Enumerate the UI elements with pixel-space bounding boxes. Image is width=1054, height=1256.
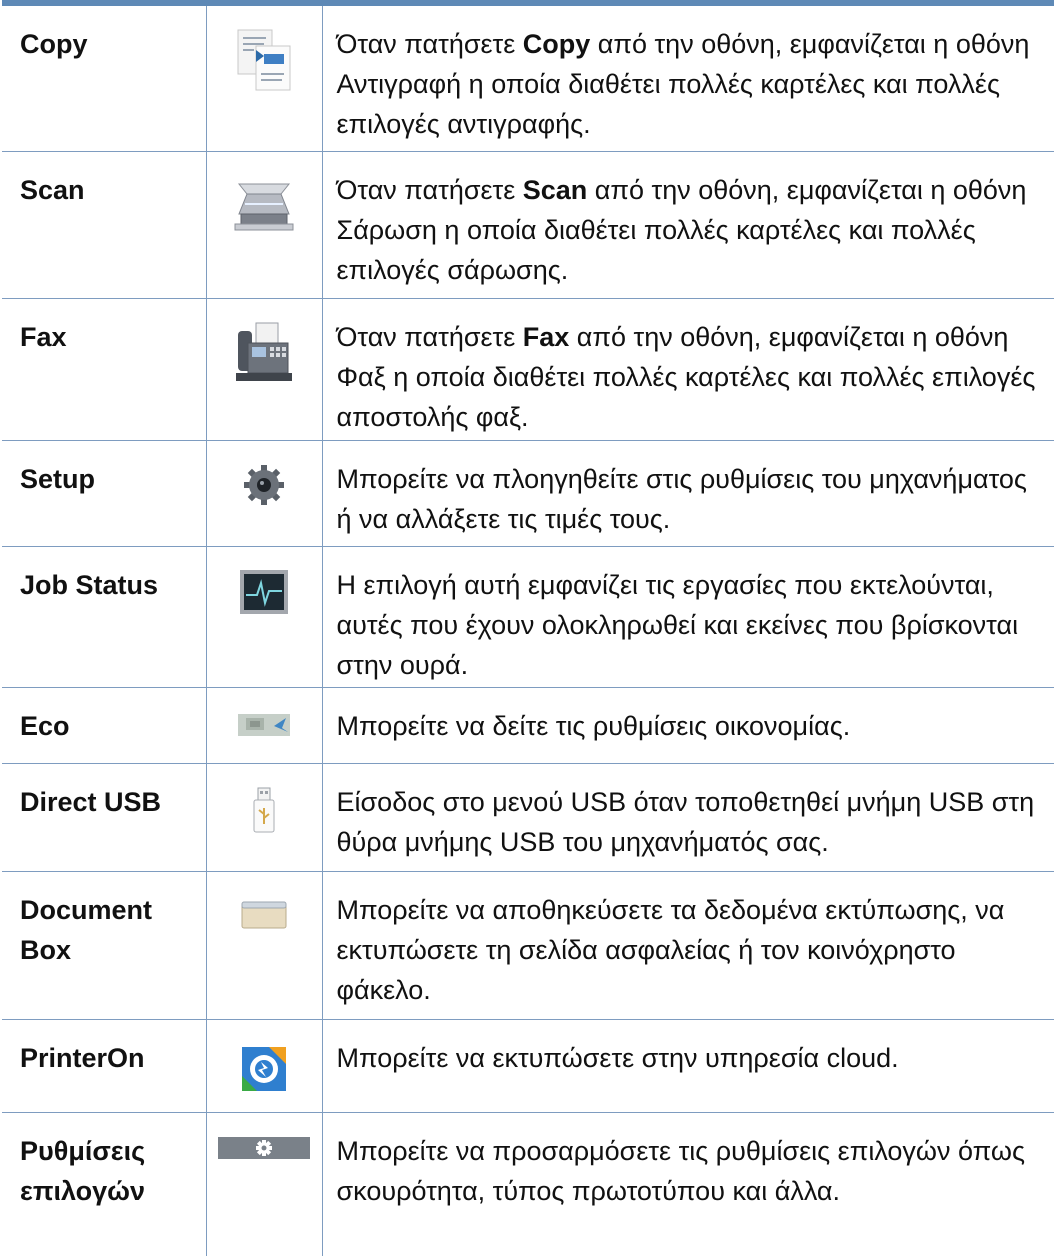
scan-icon (231, 174, 297, 234)
table-row: PrinterOn Μπορείτε να εκτυπώσετε στην υπ… (2, 1019, 1054, 1112)
document-box-icon (240, 898, 288, 930)
feature-name: Document Box (2, 872, 206, 970)
feature-description: Μπορείτε να πλοηγηθείτε στις ρυθμίσεις τ… (323, 441, 1054, 539)
feature-name: Fax (2, 299, 206, 357)
feature-description: Μπορείτε να δείτε τις ρυθμίσεις οικονομί… (323, 688, 1054, 746)
feature-description: Μπορείτε να αποθηκεύσετε τα δεδομένα εκτ… (323, 872, 1054, 1010)
feature-name: Job Status (2, 547, 206, 605)
table-row: Fax Όταν πατήσετε Fax από την οθόνη, εμφ… (2, 298, 1054, 440)
feature-description: Είσοδος στο μενού USB όταν τοποθετηθεί μ… (323, 764, 1054, 862)
table-row: Copy Όταν πατήσετε Copy από την οθόνη, ε… (2, 6, 1054, 151)
feature-name: Direct USB (2, 764, 206, 822)
table-row: Document Box Μπορείτε να αποθηκεύσετε τα… (2, 871, 1054, 1019)
fax-icon (234, 321, 294, 383)
table-row: Job Status Η επιλογή αυτή εμφανίζει τις … (2, 546, 1054, 687)
feature-name: Eco (2, 688, 206, 746)
table-row: Scan Όταν πατήσετε Scan από την οθόνη, ε… (2, 151, 1054, 298)
feature-description: Όταν πατήσετε Scan από την οθόνη, εμφανί… (323, 152, 1054, 290)
usb-icon (251, 786, 277, 836)
copy-icon (234, 28, 294, 94)
options-settings-icon (218, 1137, 310, 1159)
feature-description: Μπορείτε να εκτυπώσετε στην υπηρεσία clo… (323, 1020, 1054, 1078)
feature-description: Μπορείτε να προσαρμόσετε τις ρυθμίσεις ε… (323, 1113, 1054, 1211)
eco-icon (236, 712, 292, 738)
feature-name: Scan (2, 152, 206, 210)
table-row: Direct USB Είσοδος στο μενού USB όταν το… (2, 763, 1054, 871)
feature-name: PrinterOn (2, 1020, 206, 1078)
feature-description: Όταν πατήσετε Fax από την οθόνη, εμφανίζ… (323, 299, 1054, 437)
feature-name: Copy (2, 6, 206, 64)
feature-description: Η επιλογή αυτή εμφανίζει τις εργασίες πο… (323, 547, 1054, 685)
feature-name: Ρυθμίσεις επιλογών (2, 1113, 206, 1211)
table-row: Ρυθμίσεις επιλογών Μπορείτε να προσαρμόσ… (2, 1112, 1054, 1256)
feature-name: Setup (2, 441, 206, 499)
job-status-icon (239, 569, 289, 615)
feature-table: Copy Όταν πατήσετε Copy από την οθόνη, ε… (2, 6, 1054, 1256)
feature-description: Όταν πατήσετε Copy από την οθόνη, εμφανί… (323, 6, 1054, 144)
table-row: Eco Μπορείτε να δείτε τις ρυθμίσεις οικο… (2, 687, 1054, 763)
table-row: Setup Μπορείτε να πλοηγηθείτε στις ρυθμί… (2, 440, 1054, 546)
setup-gear-icon (242, 463, 286, 507)
printeron-icon (241, 1046, 287, 1092)
